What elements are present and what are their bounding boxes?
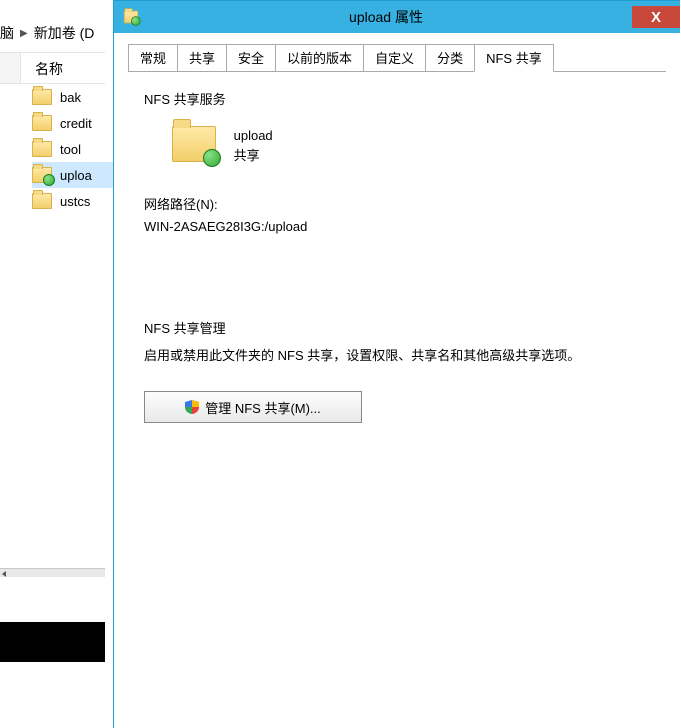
titlebar[interactable]: upload 属性 X: [114, 1, 680, 33]
list-item-label: tool: [60, 142, 81, 157]
share-status: 共享: [234, 146, 273, 166]
tab-label: NFS 共享: [486, 51, 542, 66]
list-item[interactable]: tool: [32, 136, 113, 162]
tab-label: 常规: [140, 51, 166, 66]
file-list: bak credit tool uploa ustcs: [32, 84, 113, 214]
folder-icon: [32, 193, 52, 209]
tab-label: 共享: [189, 51, 215, 66]
uac-shield-icon: [185, 400, 199, 414]
tab-content-nfs: NFS 共享服务 upload 共享 网络路径(N): WIN-2ASAEG28…: [128, 71, 666, 423]
group-label-nfs-manage: NFS 共享管理: [144, 318, 666, 337]
tab-customize[interactable]: 自定义: [363, 44, 426, 72]
scroll-left-icon[interactable]: [2, 571, 6, 577]
horizontal-scrollbar[interactable]: [0, 568, 105, 577]
folder-icon: [32, 141, 52, 157]
close-icon: X: [651, 9, 661, 26]
tab-sharing[interactable]: 共享: [177, 44, 227, 72]
tab-label: 安全: [238, 51, 264, 66]
close-button[interactable]: X: [632, 6, 680, 28]
breadcrumb-seg-volume[interactable]: 新加卷 (D: [34, 23, 95, 43]
tab-previous-versions[interactable]: 以前的版本: [275, 44, 364, 72]
network-path-value: WIN-2ASAEG28I3G:/upload: [144, 216, 666, 238]
list-item[interactable]: credit: [32, 110, 113, 136]
list-item-label: ustcs: [60, 194, 90, 209]
manage-nfs-sharing-label: 管理 NFS 共享(M)...: [205, 398, 321, 417]
properties-dialog: upload 属性 X 常规 共享 安全 以前的版本 自定义 分类 NFS 共享…: [113, 0, 680, 728]
tree-pane-spacer: [0, 53, 21, 83]
file-explorer-fragment: 脑 ▶ 新加卷 (D 名称 bak credit tool uploa ustc…: [0, 0, 113, 728]
tab-nfs-sharing[interactable]: NFS 共享: [474, 44, 554, 72]
list-item[interactable]: bak: [32, 84, 113, 110]
tab-label: 分类: [437, 51, 463, 66]
folder-share-icon: [172, 126, 216, 162]
folder-share-icon: [32, 167, 52, 183]
list-item[interactable]: uploa: [32, 162, 113, 188]
list-item-label: credit: [60, 116, 92, 131]
dialog-title: upload 属性: [140, 7, 632, 27]
tab-general[interactable]: 常规: [128, 44, 178, 72]
column-header-name-label: 名称: [35, 59, 63, 79]
list-item-label: bak: [60, 90, 81, 105]
breadcrumb[interactable]: 脑 ▶ 新加卷 (D: [0, 20, 109, 46]
tab-security[interactable]: 安全: [226, 44, 276, 72]
chevron-right-icon: ▶: [20, 28, 28, 39]
list-item-label: uploa: [60, 168, 92, 183]
tab-strip: 常规 共享 安全 以前的版本 自定义 分类 NFS 共享: [128, 47, 666, 72]
tab-classification[interactable]: 分类: [425, 44, 475, 72]
manage-nfs-sharing-button[interactable]: 管理 NFS 共享(M)...: [144, 391, 362, 423]
network-path-label: 网络路径(N):: [144, 194, 666, 216]
column-header-name[interactable]: 名称: [0, 52, 105, 84]
group-label-nfs-service: NFS 共享服务: [144, 89, 666, 108]
breadcrumb-seg-computer[interactable]: 脑: [0, 23, 14, 43]
folder-icon: [32, 115, 52, 131]
nfs-manage-description: 启用或禁用此文件夹的 NFS 共享，设置权限、共享名和其他高级共享选项。: [144, 345, 650, 367]
tab-label: 自定义: [375, 51, 414, 66]
folder-share-icon: [124, 11, 138, 24]
share-name: upload: [234, 126, 273, 146]
list-item[interactable]: ustcs: [32, 188, 113, 214]
folder-icon: [32, 89, 52, 105]
taskbar-fragment: [0, 622, 105, 662]
tab-label: 以前的版本: [287, 51, 352, 66]
